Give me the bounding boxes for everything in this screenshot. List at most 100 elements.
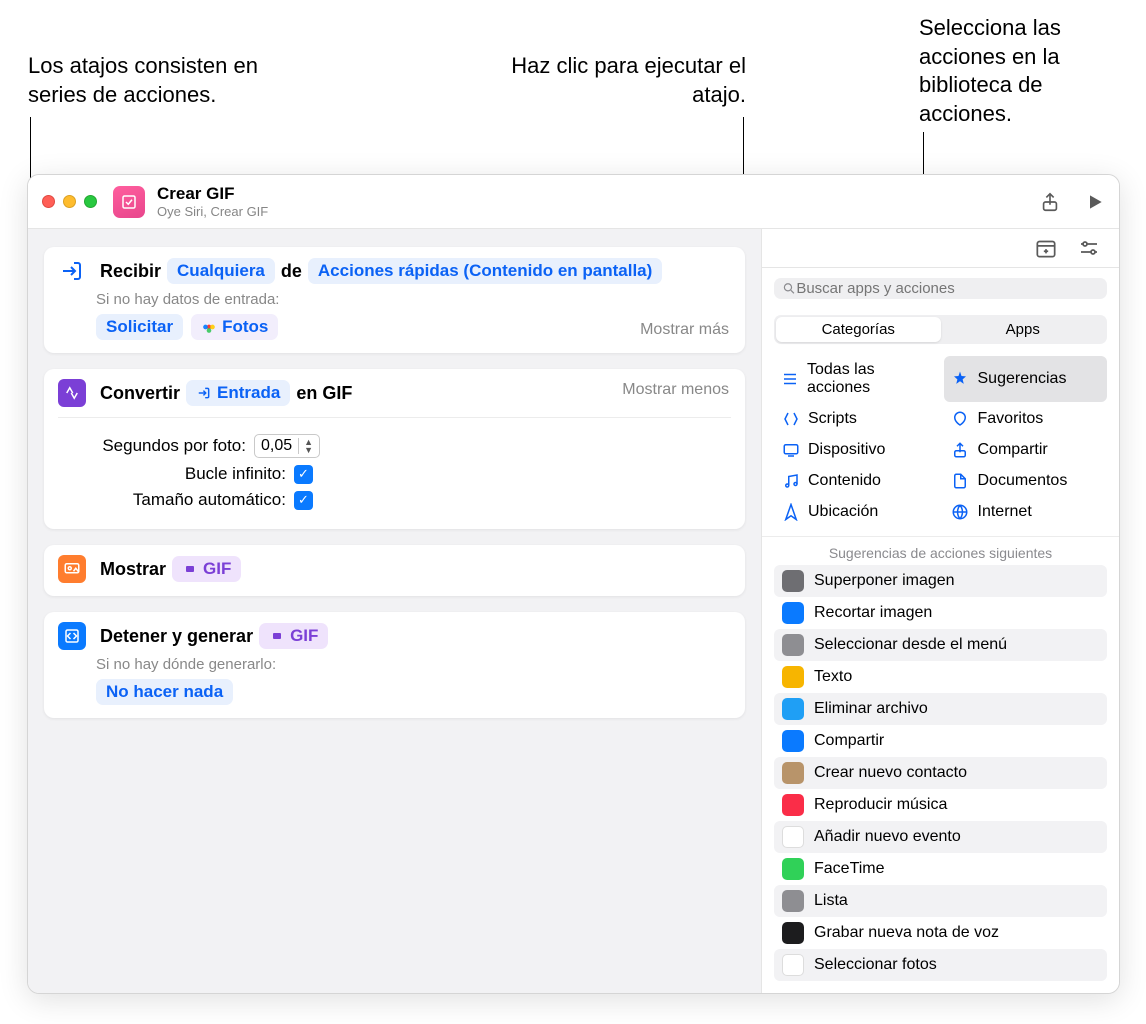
suggestion-item[interactable]: Recortar imagen [774,597,1107,629]
convert-input-chip[interactable]: Entrada [186,380,290,406]
photos-icon [201,319,217,335]
action-stop[interactable]: Detener y generar GIF Si no hay dónde ge… [44,612,745,718]
search-field[interactable] [774,278,1107,299]
action-show[interactable]: Mostrar GIF [44,545,745,596]
convert-to: en GIF [296,383,352,404]
convert-input-label: Entrada [217,383,280,403]
receive-any-chip[interactable]: Cualquiera [167,258,275,284]
gif-token-icon [182,561,198,577]
suggestion-icon [782,762,804,784]
suggestion-icon [782,666,804,688]
loop-label: Bucle infinito: [96,464,286,484]
category-label: Favoritos [978,410,1044,428]
callout-run-shortcut: Haz clic para ejecutar el atajo. [466,52,746,109]
suggestion-icon [782,602,804,624]
tab-apps[interactable]: Apps [941,317,1106,342]
category-icon [951,502,970,521]
do-nothing-chip[interactable]: No hacer nada [96,679,233,705]
seconds-stepper[interactable]: 0,05 ▲▼ [254,434,320,458]
suggestion-item[interactable]: Crear nuevo contacto [774,757,1107,789]
search-input[interactable] [796,280,1099,297]
library-toggle-button[interactable] [1033,235,1059,261]
suggestion-item[interactable]: Seleccionar fotos [774,949,1107,981]
ask-chip[interactable]: Solicitar [96,314,183,340]
loop-checkbox[interactable]: ✓ [294,465,313,484]
suggestion-item[interactable]: Compartir [774,725,1107,757]
suggestion-item[interactable]: Añadir nuevo evento [774,821,1107,853]
category-label: Internet [978,503,1032,521]
category-label: Compartir [978,441,1048,459]
shortcut-title: Crear GIF [157,184,268,204]
category-icon [951,370,970,389]
suggestion-icon [782,826,804,848]
show-more-link[interactable]: Mostrar más [640,321,729,339]
category-item[interactable]: Ubicación [774,497,938,526]
input-icon [58,257,86,285]
stop-gif-chip[interactable]: GIF [259,623,328,649]
suggestion-label: Eliminar archivo [814,700,928,718]
category-item[interactable]: Scripts [774,404,938,433]
shortcut-subtitle: Oye Siri, Crear GIF [157,204,268,219]
titlebar-text: Crear GIF Oye Siri, Crear GIF [157,184,268,219]
input-token-icon [196,385,212,401]
category-icon [781,370,799,389]
category-icon [951,440,970,459]
minimize-window-button[interactable] [63,195,76,208]
suggestion-icon [782,954,804,976]
suggestion-item[interactable]: Eliminar archivo [774,693,1107,725]
show-gif-label: GIF [203,559,231,579]
suggestion-label: Texto [814,668,852,686]
suggestion-item[interactable]: Reproducir música [774,789,1107,821]
category-icon [781,409,800,428]
show-gif-chip[interactable]: GIF [172,556,241,582]
photos-chip[interactable]: Fotos [191,314,278,340]
zoom-window-button[interactable] [84,195,97,208]
suggestion-label: Superponer imagen [814,572,955,590]
suggestion-label: Seleccionar desde el menú [814,636,1007,654]
suggestion-item[interactable]: Superponer imagen [774,565,1107,597]
segmented-control[interactable]: Categorías Apps [774,315,1107,344]
category-item[interactable]: Sugerencias [944,356,1108,402]
tab-categories[interactable]: Categorías [776,317,941,342]
show-less-link[interactable]: Mostrar menos [622,381,729,399]
category-icon [951,471,970,490]
share-button[interactable] [1039,191,1061,213]
suggestion-item[interactable]: Seleccionar desde el menú [774,629,1107,661]
show-verb: Mostrar [100,559,166,580]
receive-source-chip[interactable]: Acciones rápidas (Contenido en pantalla) [308,258,662,284]
suggestion-item[interactable]: FaceTime [774,853,1107,885]
category-grid: Todas las acciones Sugerencias Scripts Favo… [762,350,1119,536]
close-window-button[interactable] [42,195,55,208]
category-icon [781,471,800,490]
action-convert[interactable]: Mostrar menos Convertir Entrada en GIF [44,369,745,529]
suggestion-item[interactable]: Lista [774,885,1107,917]
convert-verb: Convertir [100,383,180,404]
category-item[interactable]: Todas las acciones [774,356,938,402]
category-label: Dispositivo [808,441,885,459]
titlebar: Crear GIF Oye Siri, Crear GIF [28,175,1119,229]
action-receive[interactable]: Mostrar más Recibir Cualquiera de Accion… [44,247,745,353]
show-icon [58,555,86,583]
autosize-label: Tamaño automático: [96,490,286,510]
category-item[interactable]: Favoritos [944,404,1108,433]
category-item[interactable]: Internet [944,497,1108,526]
category-item[interactable]: Documentos [944,466,1108,495]
app-window: Crear GIF Oye Siri, Crear GIF Mostrar má… [27,174,1120,994]
category-item[interactable]: Dispositivo [774,435,938,464]
settings-button[interactable] [1077,236,1101,260]
receive-of: de [281,261,302,282]
suggestion-item[interactable]: Grabar nueva nota de voz [774,917,1107,949]
stepper-arrows-icon[interactable]: ▲▼ [298,438,313,454]
category-label: Documentos [978,472,1068,490]
suggestion-icon [782,794,804,816]
stop-icon [58,622,86,650]
category-label: Ubicación [808,503,878,521]
suggestion-item[interactable]: Texto [774,661,1107,693]
seconds-label: Segundos por foto: [96,436,246,456]
category-item[interactable]: Compartir [944,435,1108,464]
category-item[interactable]: Contenido [774,466,938,495]
category-label: Sugerencias [978,370,1067,388]
autosize-checkbox[interactable]: ✓ [294,491,313,510]
run-button[interactable] [1085,192,1105,212]
seconds-value: 0,05 [261,437,292,455]
